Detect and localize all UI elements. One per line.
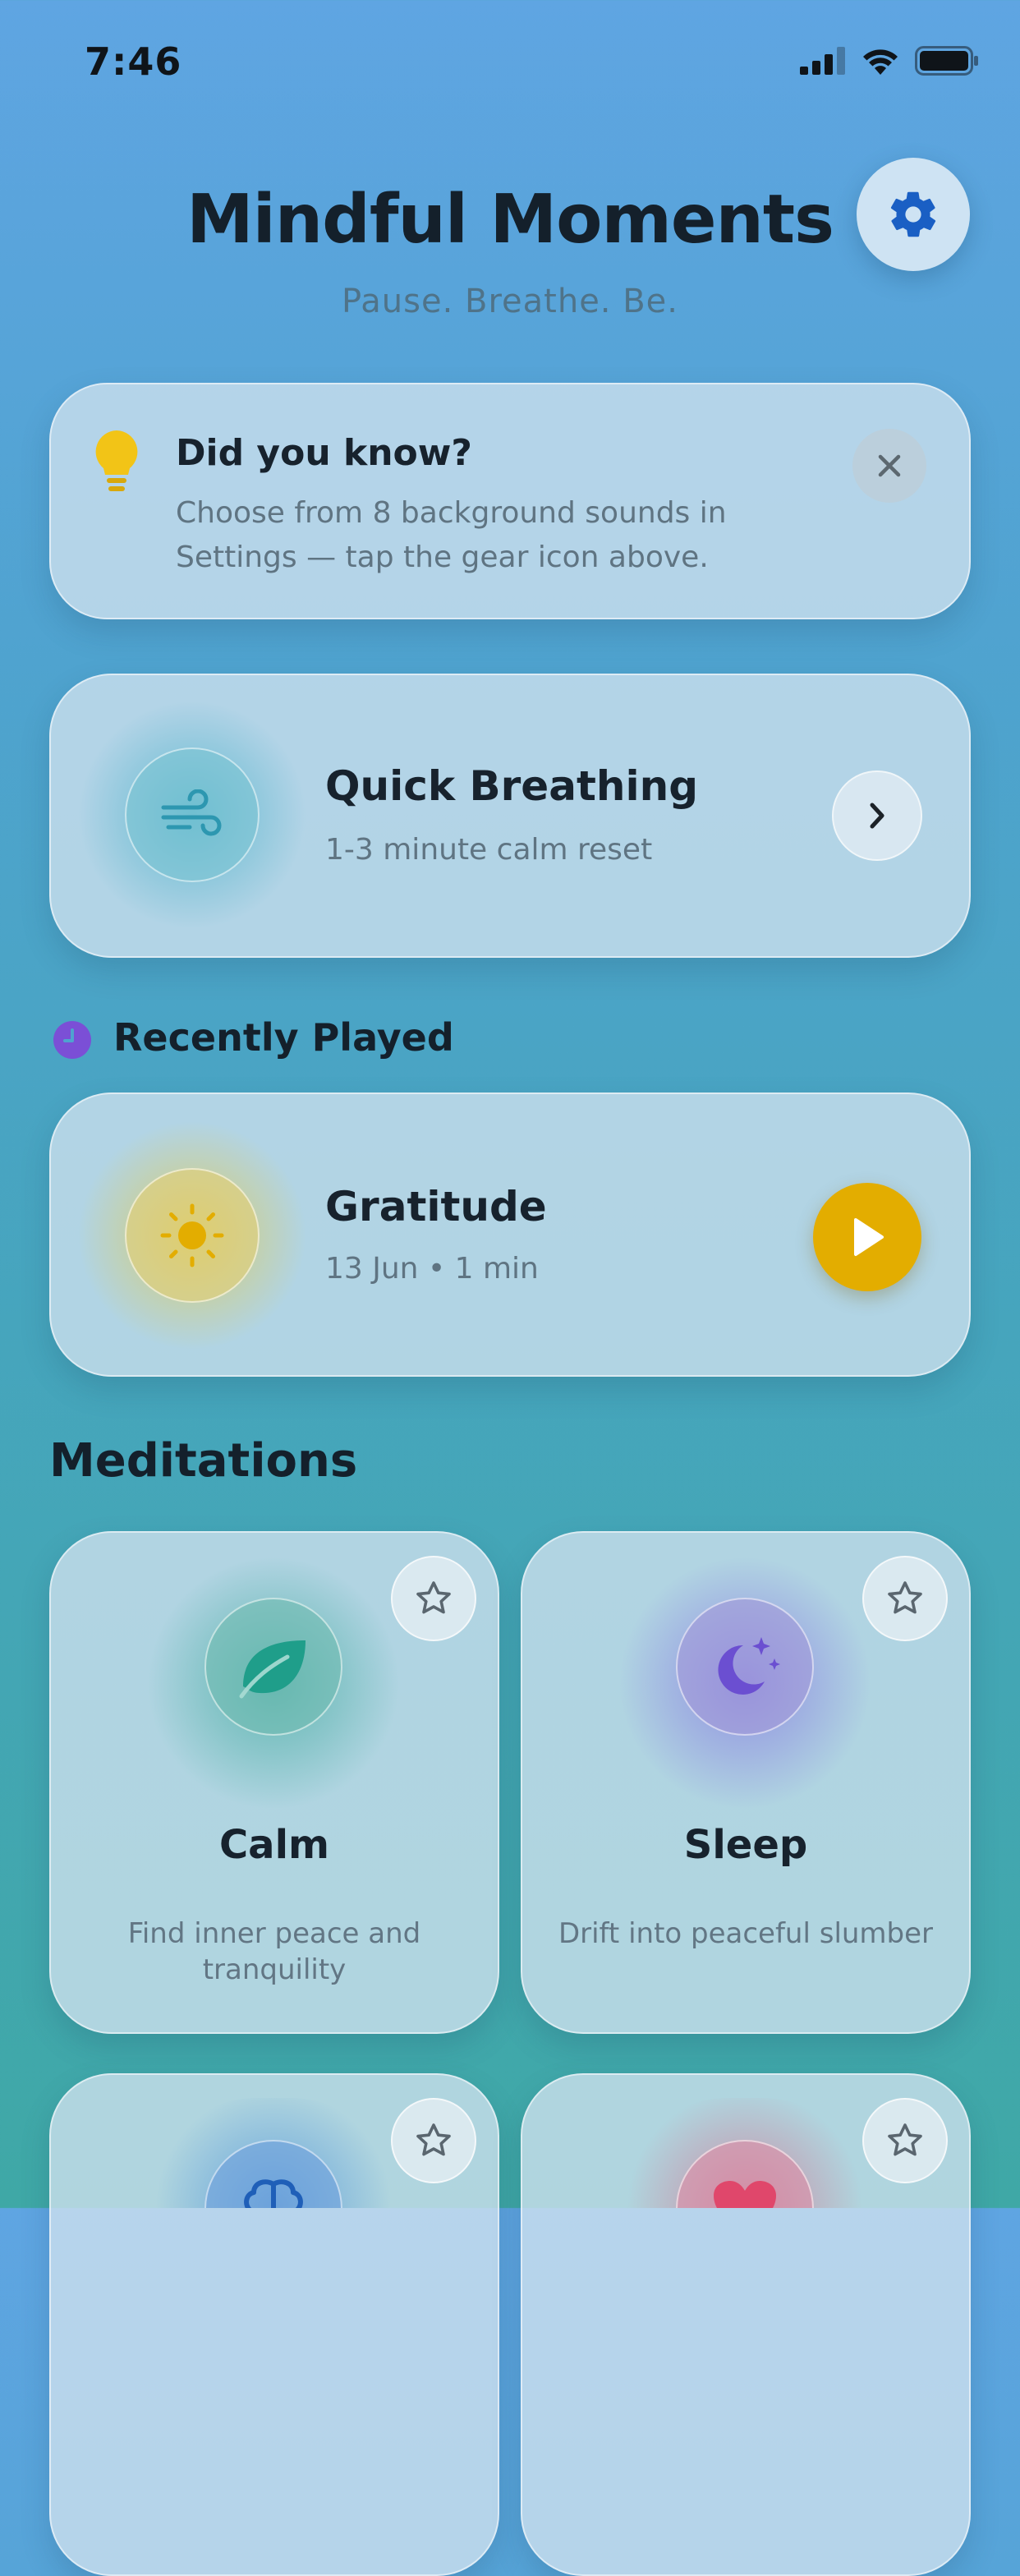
clock-icon [53,1020,92,1063]
quick-breathing-open-button[interactable] [832,770,922,861]
chevron-right-icon [870,803,884,829]
meditation-desc-sleep: Drift into peaceful slumber [558,1917,934,1950]
star-icon [416,2123,451,2156]
recent-item-title: Gratitude [325,1183,547,1230]
cellular-signal-icon [800,47,845,75]
calm-icon-circle [204,1598,342,1736]
status-time: 7:46 [85,39,182,84]
love-icon-clip [676,2140,814,2208]
meditations-heading: Meditations [49,1434,358,1488]
meditation-desc-calm: Find inner peace and tranquility [127,1917,421,1986]
play-icon [854,1218,884,1256]
battery-icon [915,46,978,76]
close-icon [878,454,901,477]
close-tip-button[interactable] [852,429,926,503]
star-icon [888,2123,922,2156]
focus-icon-circle [204,2140,342,2208]
sun-icon [160,1203,224,1267]
wind-icon [161,789,222,836]
gratitude-icon-circle [125,1168,260,1303]
play-recent-button[interactable] [813,1183,921,1291]
quick-breathing-title: Quick Breathing [325,762,698,810]
love-icon-circle [676,2140,814,2208]
recently-played-heading: Recently Played [113,1015,454,1060]
breathing-icon-circle [125,748,260,882]
recent-item-meta: 13 Jun • 1 min [325,1252,539,1286]
quick-breathing-subtitle: 1-3 minute calm reset [325,833,653,867]
gear-icon [890,191,936,237]
tip-text: Choose from 8 background sounds in Setti… [176,496,727,574]
brain-icon [244,2179,303,2208]
status-icons [800,46,979,76]
favorite-button-love[interactable] [862,2098,948,2183]
focus-icon-clip [204,2140,342,2208]
meditation-title-sleep: Sleep [683,1822,808,1868]
settings-button[interactable] [857,158,970,271]
star-icon [888,1581,922,1614]
wifi-icon [863,49,898,75]
star-icon [416,1581,451,1614]
leaf-icon [239,1640,306,1699]
moon-stars-icon [718,1637,780,1695]
heart-icon [714,2181,776,2208]
favorite-button-sleep[interactable] [862,1556,948,1641]
sleep-icon-circle [676,1598,814,1736]
lightbulb-icon [92,429,141,498]
app-subtitle: Pause. Breathe. Be. [341,283,679,320]
favorite-button-focus[interactable] [391,2098,476,2183]
favorite-button-calm[interactable] [391,1556,476,1641]
tip-title: Did you know? [176,432,472,474]
meditation-title-calm: Calm [218,1822,330,1868]
